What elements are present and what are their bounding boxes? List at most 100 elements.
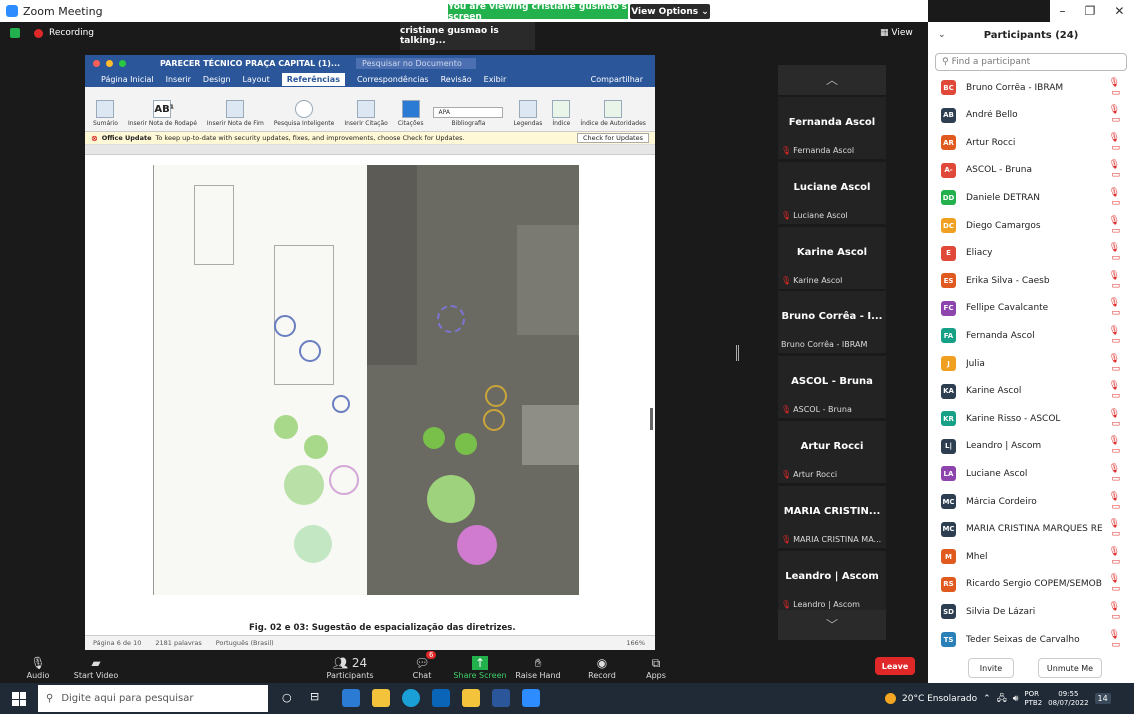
notifications-button[interactable]: 14 xyxy=(1094,693,1111,704)
edge-icon[interactable] xyxy=(402,689,420,707)
tab-revisao[interactable]: Revisão xyxy=(441,75,472,84)
tile-sub-name: Luciane Ascol xyxy=(793,210,848,220)
participant-row[interactable]: KA Karine Ascol 🎙︎ ▭ xyxy=(928,378,1134,405)
folder-icon[interactable] xyxy=(462,689,480,707)
audio-button[interactable]: 🎙︎ Audio xyxy=(8,655,68,680)
clock[interactable]: 09:55 08/07/2022 xyxy=(1048,690,1088,708)
participant-row[interactable]: A- ASCOL - Bruna 🎙︎ ▭ xyxy=(928,157,1134,184)
participant-row[interactable]: TS Teder Seixas de Carvalho 🎙︎ ▭ xyxy=(928,626,1134,653)
tab-referencias[interactable]: Referências xyxy=(281,72,345,86)
tab-exibir[interactable]: Exibir xyxy=(484,75,507,84)
volume-icon[interactable]: 🔊︎ xyxy=(1013,694,1019,704)
index-button[interactable]: Índice xyxy=(552,100,570,127)
windows-start-icon[interactable] xyxy=(12,692,26,706)
document-page: Fig. 02 e 03: Sugestão de espacialização… xyxy=(85,165,655,635)
maximize-button[interactable]: ❐ xyxy=(1085,4,1096,18)
word-app-icon[interactable] xyxy=(492,689,510,707)
share-screen-button[interactable]: ↑ Share Screen xyxy=(450,655,510,680)
video-tile[interactable]: ASCOL - Bruna 🎙︎ ASCOL - Bruna xyxy=(778,356,886,419)
close-button[interactable]: ✕ xyxy=(1114,4,1124,18)
minimize-button[interactable]: – xyxy=(1060,4,1066,18)
raise-hand-button[interactable]: ✋︎ Raise Hand xyxy=(508,655,568,680)
strip-up-button[interactable]: ︿ xyxy=(778,65,886,95)
mail-icon[interactable] xyxy=(342,689,360,707)
citation-style-select[interactable]: APA xyxy=(433,107,504,118)
invite-button[interactable]: Invite xyxy=(968,658,1014,678)
video-tile[interactable]: Fernanda Ascol 🎙︎ Fernanda Ascol xyxy=(778,97,886,159)
view-options-button[interactable]: View Options ⌄ xyxy=(630,4,710,19)
participant-row[interactable]: BC Bruno Corrêa - IBRAM 🎙︎ ▭ xyxy=(928,74,1134,101)
participant-row[interactable]: DD Daniele DETRAN 🎙︎ ▭ xyxy=(928,184,1134,211)
smart-lookup-button[interactable]: Pesquisa Inteligente xyxy=(274,100,334,127)
participant-row[interactable]: KR Karine Risso - ASCOL 🎙︎ ▭ xyxy=(928,405,1134,432)
participant-row[interactable]: RS Ricardo Sergio COPEM/SEMOB 🎙︎ ▭ xyxy=(928,571,1134,598)
language-indicator[interactable]: Português (Brasil) xyxy=(216,639,274,647)
mic-muted-icon: 🎙︎ xyxy=(30,656,46,670)
participant-row[interactable]: LA Luciane Ascol 🎙︎ ▭ xyxy=(928,460,1134,487)
captions-button[interactable]: Legendas xyxy=(513,100,542,127)
file-explorer-icon[interactable] xyxy=(372,689,390,707)
participant-row[interactable]: FC Fellipe Cavalcante 🎙︎ ▭ xyxy=(928,295,1134,322)
apps-button[interactable]: ⧉ Apps xyxy=(626,655,686,680)
document-search-input[interactable]: Pesquisar no Documento xyxy=(356,57,477,69)
document-scrollbar[interactable] xyxy=(650,408,653,430)
start-video-button[interactable]: ▰ Start Video xyxy=(66,655,126,680)
participant-row[interactable]: J Julia 🎙︎ ▭ xyxy=(928,350,1134,377)
video-tile[interactable]: Artur Rocci 🎙︎ Artur Rocci xyxy=(778,421,886,483)
collapse-chevron-icon[interactable]: ⌄ xyxy=(938,30,946,40)
footnote-button[interactable]: AB¹ Inserir Nota de Rodapé xyxy=(128,100,197,127)
recording-indicator: Recording xyxy=(10,28,94,38)
tab-layout[interactable]: Layout xyxy=(243,75,270,84)
aerial-tree-yellow xyxy=(485,385,507,407)
participant-row[interactable]: AB André Bello 🎙︎ ▭ xyxy=(928,102,1134,129)
outlook-icon[interactable] xyxy=(432,689,450,707)
tab-pagina-inicial[interactable]: Página Inicial xyxy=(101,75,154,84)
video-tile[interactable]: Luciane Ascol 🎙︎ Luciane Ascol xyxy=(778,161,886,224)
bibliography-group[interactable]: APA Bibliografia xyxy=(433,107,504,127)
record-button[interactable]: ◉ Record xyxy=(572,655,632,680)
participant-row[interactable]: ES Erika Silva - Caesb 🎙︎ ▭ xyxy=(928,267,1134,294)
strip-down-button[interactable]: ﹀ xyxy=(778,610,886,640)
taskbar-search-input[interactable]: ⚲ Digite aqui para pesquisar xyxy=(38,685,268,712)
leave-button[interactable]: Leave xyxy=(875,657,915,675)
share-document-button[interactable]: Compartilhar xyxy=(591,75,643,84)
security-shield-icon[interactable] xyxy=(10,28,20,38)
task-view-icon[interactable]: ⊟ xyxy=(310,690,319,703)
participant-row[interactable]: L| Leandro | Ascom 🎙︎ ▭ xyxy=(928,433,1134,460)
search-icon: ⚲ xyxy=(46,693,54,704)
zoom-level[interactable]: 166% xyxy=(626,639,645,647)
table-of-authorities-button[interactable]: Índice de Autoridades xyxy=(580,100,646,127)
tab-correspondencias[interactable]: Correspondências xyxy=(357,75,429,84)
sumario-button[interactable]: Sumário xyxy=(93,100,118,127)
participant-row[interactable]: AR Artur Rocci 🎙︎ ▭ xyxy=(928,129,1134,156)
participant-row[interactable]: DC Diego Camargos 🎙︎ ▭ xyxy=(928,212,1134,239)
view-button[interactable]: ▦ View xyxy=(880,28,913,38)
endnote-button[interactable]: Inserir Nota de Fim xyxy=(207,100,264,127)
check-for-updates-button[interactable]: Check for Updates xyxy=(577,133,649,143)
view-splitter-handle[interactable] xyxy=(736,345,739,361)
video-tile[interactable]: Bruno Corrêa - I... Bruno Corrêa - IBRAM xyxy=(778,291,886,354)
tray-chevron-icon[interactable]: ⌃ xyxy=(983,694,991,704)
chat-button[interactable]: 💬︎ 6 Chat xyxy=(392,651,452,680)
participant-row[interactable]: MC Márcia Cordeiro 🎙︎ ▭ xyxy=(928,488,1134,515)
participant-row[interactable]: M Mhel 🎙︎ ▭ xyxy=(928,543,1134,570)
zoom-app-icon[interactable] xyxy=(522,689,540,707)
video-tile[interactable]: Karine Ascol 🎙︎ Karine Ascol xyxy=(778,226,886,289)
participants-button[interactable]: 👥︎ 24 Participants xyxy=(320,655,380,680)
citations-button[interactable]: Citações xyxy=(398,100,423,127)
insert-citation-button[interactable]: Inserir Citação xyxy=(344,100,388,127)
network-icon[interactable]: 🖧︎ xyxy=(997,691,1007,707)
cortana-icon[interactable]: ○ xyxy=(282,691,292,704)
tab-inserir[interactable]: Inserir xyxy=(166,75,191,84)
language-indicator[interactable]: POR PTB2 xyxy=(1024,690,1042,708)
participant-row[interactable]: E Eliacy 🎙︎ ▭ xyxy=(928,240,1134,267)
participant-row[interactable]: MC MARIA CRISTINA MARQUES RE... 🎙︎ ▭ xyxy=(928,516,1134,543)
weather-text[interactable]: 20°C Ensolarado xyxy=(902,694,977,704)
unmute-me-button[interactable]: Unmute Me xyxy=(1038,658,1102,678)
tab-design[interactable]: Design xyxy=(203,75,231,84)
participant-row[interactable]: FA Fernanda Ascol 🎙︎ ▭ xyxy=(928,322,1134,349)
find-participant-input[interactable]: ⚲ Find a participant xyxy=(935,53,1127,71)
video-tile[interactable]: Leandro | Ascom 🎙︎ Leandro | Ascom xyxy=(778,550,886,613)
video-tile[interactable]: MARIA CRISTIN... 🎙︎ MARIA CRISTINA MA... xyxy=(778,485,886,548)
participant-row[interactable]: SD Silvia De Lázari 🎙︎ ▭ xyxy=(928,598,1134,625)
